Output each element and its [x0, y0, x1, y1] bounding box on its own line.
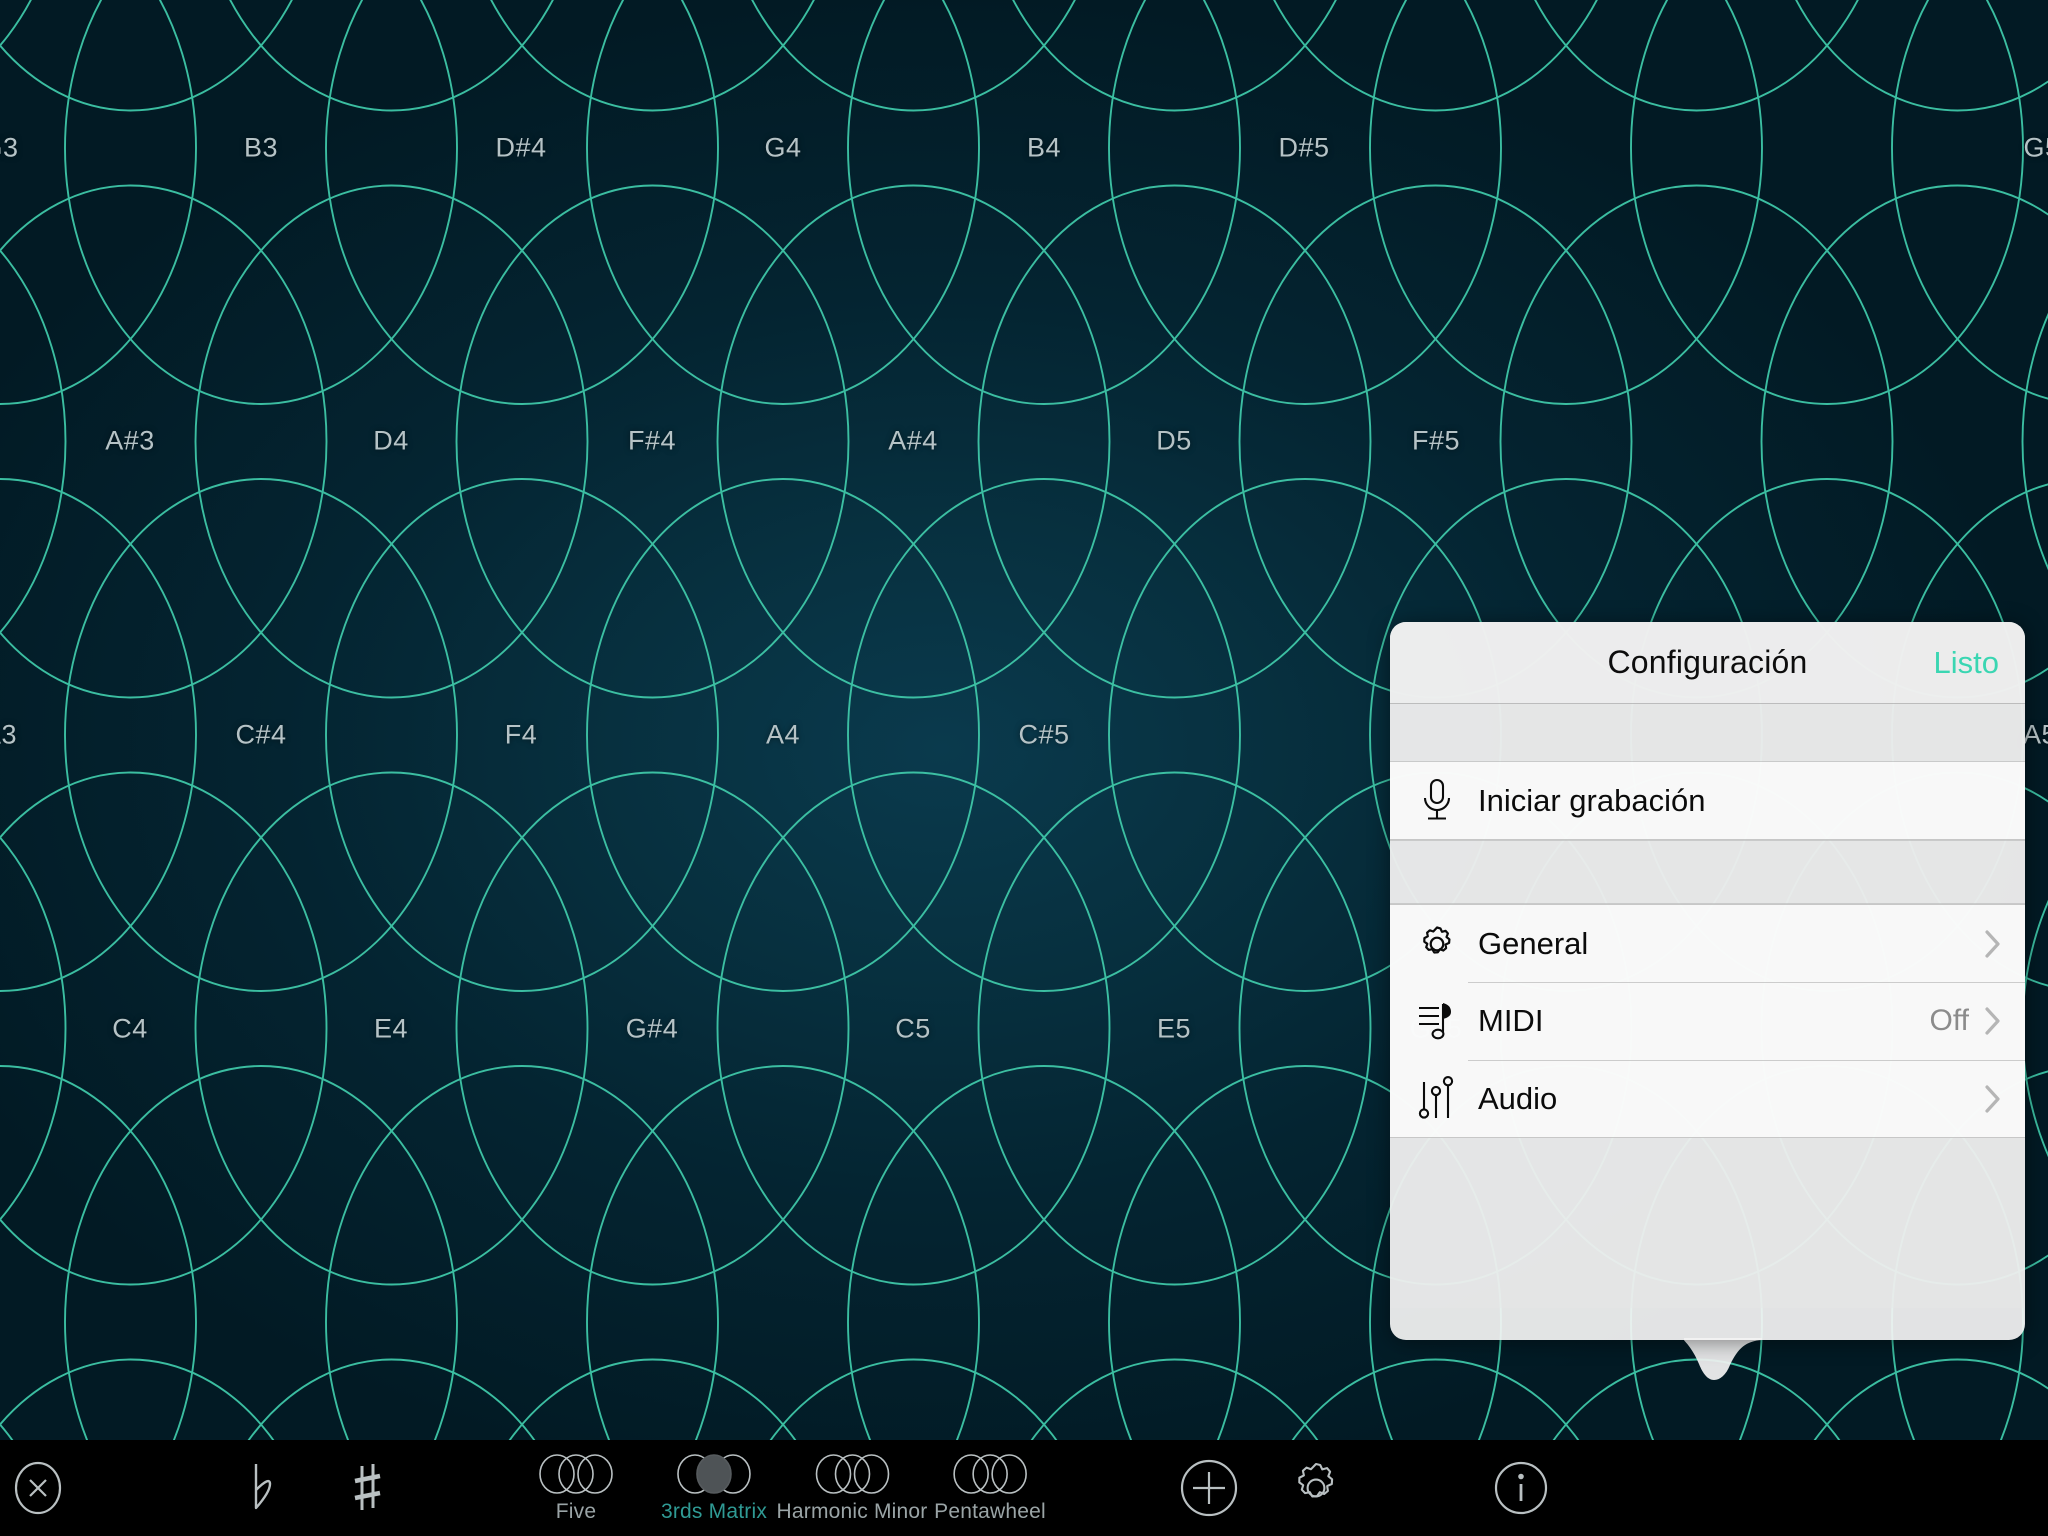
close-button[interactable]: [13, 1440, 63, 1536]
note-label[interactable]: C#4: [235, 720, 286, 751]
note-label[interactable]: F#4: [628, 426, 676, 457]
note-label[interactable]: C#5: [1018, 720, 1069, 751]
note-label[interactable]: D5: [1156, 426, 1192, 457]
note-label[interactable]: D#5: [1278, 133, 1329, 164]
note-label[interactable]: A5: [2023, 720, 2048, 751]
start-recording-label: Iniciar grabación: [1478, 782, 1706, 818]
info-circle-icon: [1493, 1460, 1549, 1516]
note-label[interactable]: A#3: [105, 426, 155, 457]
settings-row-midi[interactable]: MIDI Off: [1390, 982, 2025, 1060]
settings-value-midi: Off: [1929, 1004, 1969, 1037]
chevron-right-icon: [1983, 1084, 2003, 1113]
add-button[interactable]: [1179, 1440, 1239, 1536]
note-label[interactable]: F#5: [1412, 426, 1460, 457]
settings-row-audio[interactable]: Audio: [1390, 1060, 2025, 1138]
sharp-icon: [351, 1460, 385, 1516]
toolbar-item-label: 3rds Matrix: [660, 1499, 768, 1523]
note-label[interactable]: D#4: [495, 133, 546, 164]
close-circle-icon: [13, 1460, 63, 1516]
three-circles-icon: [537, 1453, 615, 1495]
gear-icon: [1288, 1460, 1344, 1516]
note-label[interactable]: G3: [0, 133, 19, 164]
note-label[interactable]: G4: [764, 133, 801, 164]
bottom-toolbar: Five 3rds Matrix Harmonic Minor Pentawheel: [0, 1440, 2048, 1536]
popover-arrow: [1684, 1338, 1762, 1380]
note-label[interactable]: A#4: [888, 426, 938, 457]
plus-circle-icon: [1179, 1458, 1239, 1518]
info-button[interactable]: [1493, 1440, 1549, 1536]
flat-icon: [246, 1460, 276, 1516]
popover-spacer-bottom: [1390, 1138, 2025, 1308]
music-note-icon: [1408, 998, 1466, 1044]
settings-label-general: General: [1478, 925, 1589, 961]
done-button[interactable]: Listo: [1934, 645, 1999, 681]
note-label[interactable]: C5: [895, 1014, 931, 1045]
note-label[interactable]: C4: [112, 1014, 148, 1045]
layout-3rds-matrix[interactable]: 3rds Matrix: [661, 1440, 767, 1536]
gear-icon: [1408, 923, 1466, 965]
note-label[interactable]: A3: [0, 720, 17, 751]
popover-spacer-mid: [1390, 840, 2025, 904]
layout-pentawheel[interactable]: Pentawheel: [934, 1440, 1046, 1536]
toolbar-item-label: Harmonic Minor: [776, 1499, 928, 1523]
three-circles-icon: [951, 1453, 1029, 1495]
note-label[interactable]: B4: [1027, 133, 1061, 164]
microphone-icon: [1408, 778, 1466, 824]
sharp-button[interactable]: [351, 1440, 385, 1536]
note-label[interactable]: G#4: [626, 1014, 679, 1045]
chevron-right-icon: [1983, 1007, 2003, 1035]
flat-button[interactable]: [246, 1440, 276, 1536]
layout-five[interactable]: Five: [537, 1440, 615, 1536]
sliders-icon: [1408, 1075, 1466, 1122]
layout-harmonic-minor[interactable]: Harmonic Minor: [777, 1440, 928, 1536]
popover-header: Configuración Listo: [1390, 622, 2025, 704]
settings-popover: Configuración Listo Iniciar grabación Ge…: [1390, 622, 2025, 1340]
toolbar-item-label: Pentawheel: [934, 1499, 1046, 1523]
start-recording-row[interactable]: Iniciar grabación: [1390, 762, 2025, 840]
settings-row-general[interactable]: General: [1390, 904, 2025, 982]
settings-label-midi: MIDI: [1478, 1003, 1544, 1038]
chevron-right-icon: [1983, 929, 2003, 958]
note-label[interactable]: B3: [244, 133, 278, 164]
settings-button[interactable]: [1288, 1440, 1344, 1536]
note-label[interactable]: E4: [374, 1014, 408, 1045]
note-label[interactable]: F4: [505, 720, 538, 751]
note-label[interactable]: E5: [1157, 1014, 1191, 1045]
popover-title: Configuración: [1607, 644, 1808, 680]
note-label[interactable]: D4: [373, 426, 409, 457]
note-label[interactable]: G5: [2023, 133, 2048, 164]
app-root: G3 B3 D#4 G4 B4 D#5 G5 A#3 D4 F#4 A#4 D5 F#5 A3 C#4 F4 A…: [0, 0, 2048, 1536]
popover-spacer-top: [1390, 704, 2025, 762]
note-label[interactable]: A4: [766, 720, 800, 751]
three-circles-icon: [813, 1453, 891, 1495]
toolbar-item-label: Five: [555, 1499, 597, 1523]
settings-label-audio: Audio: [1478, 1080, 1558, 1116]
three-circles-filled-icon: [675, 1453, 753, 1495]
